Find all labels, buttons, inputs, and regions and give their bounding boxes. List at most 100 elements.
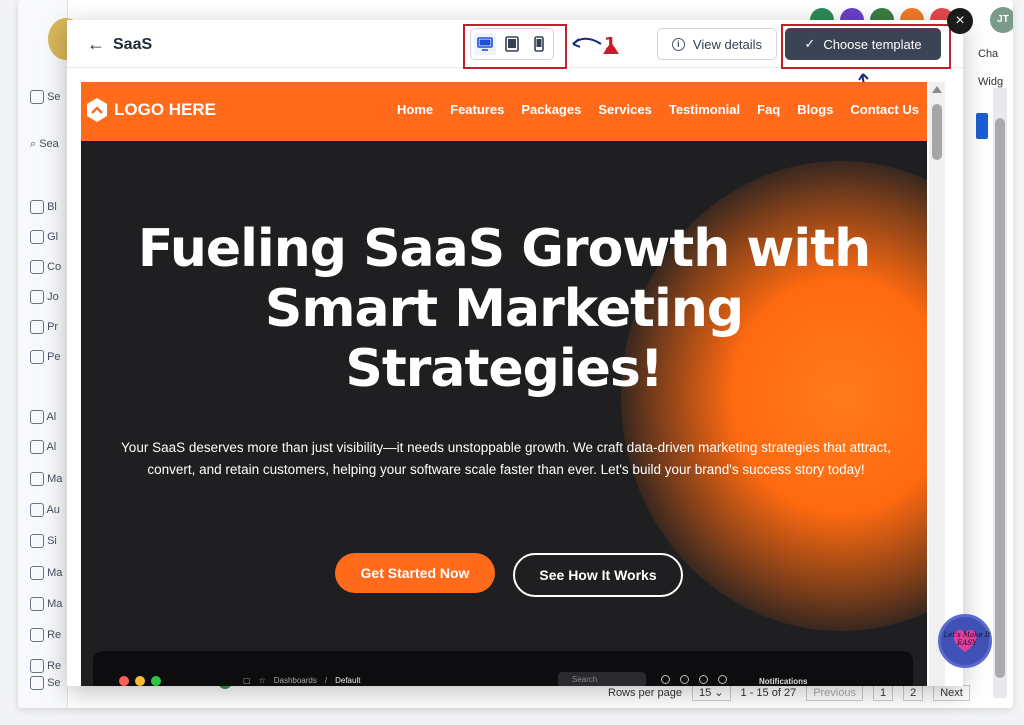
view-details-button[interactable]: i View details: [657, 28, 777, 60]
sidebar-item[interactable]: Gl: [30, 230, 58, 244]
sidebar-item-label: Re: [47, 628, 62, 641]
crumb-default: Default: [335, 676, 361, 685]
template-preview-frame[interactable]: LOGO HERE Home Features Packages Service…: [81, 82, 927, 686]
red-dot: [119, 676, 129, 686]
sidebar-item-label: Bl: [47, 200, 57, 213]
sidebar-item-label: Pe: [47, 350, 61, 363]
sparkle-icon: [30, 440, 44, 454]
sidebar-item-label: Ma: [47, 472, 63, 485]
page-icon: [30, 200, 44, 214]
template-preview-modal: ← SaaS 1 i View details ✓ Choose templat…: [67, 8, 973, 686]
sidebar-item[interactable]: Ma: [30, 472, 62, 486]
lets-make-it-easy-badge[interactable]: Let's Make It EASY: [938, 614, 992, 668]
award-icon: [30, 566, 44, 580]
page-1-button[interactable]: 1: [872, 684, 894, 701]
page-2-button[interactable]: 2: [903, 684, 924, 701]
history-icon: [680, 675, 689, 684]
sidebar-item-label: Jo: [47, 290, 59, 303]
sidebar-item[interactable]: Co: [30, 260, 61, 274]
info-icon: i: [671, 37, 685, 51]
nav-features[interactable]: Features: [450, 102, 504, 117]
nav-contact-us[interactable]: Contact Us: [850, 102, 919, 117]
background-blue-button[interactable]: [976, 113, 988, 139]
view-details-label: View details: [692, 36, 763, 52]
pagination-range: 1 - 15 of 27: [740, 686, 797, 699]
sidebar-item-label: Re: [47, 659, 62, 672]
user-avatar[interactable]: JT: [990, 7, 1013, 33]
sidebar-item[interactable]: Al: [30, 410, 56, 424]
rows-value: 15: [699, 687, 712, 699]
page-icon: [30, 290, 44, 304]
sidebar-search-label: Sea: [39, 138, 59, 150]
sidebar-item-label: Pr: [47, 320, 59, 333]
send-icon: [30, 472, 44, 486]
site-logo[interactable]: LOGO HERE: [85, 97, 216, 123]
sidebar-item[interactable]: Jo: [30, 290, 59, 304]
sidebar-item-label: Au: [46, 503, 60, 516]
nav-testimonial[interactable]: Testimonial: [669, 102, 740, 117]
hero-title: Fueling SaaS Growth with Smart Marketing…: [81, 219, 927, 399]
dashboard-icons: [661, 675, 727, 684]
sidebar-item[interactable]: Al: [30, 440, 56, 454]
sidebar-item[interactable]: Re: [30, 628, 61, 642]
right-label: Cha: [978, 48, 999, 60]
annotation-arrow-1: [572, 37, 619, 54]
rows-per-page-select[interactable]: 15 ⌄: [692, 684, 731, 701]
sidebar-item[interactable]: Pe: [30, 350, 61, 364]
sidebar-item-label: Se: [47, 676, 61, 689]
sidebar-item-label: Ma: [47, 566, 63, 579]
nav-faq[interactable]: Faq: [757, 102, 780, 117]
yellow-dot: [135, 676, 145, 686]
play-icon: [30, 503, 44, 517]
nav-blogs[interactable]: Blogs: [797, 102, 833, 117]
hero-title-line: Smart Marketing: [264, 279, 744, 339]
crumb-separator: /: [324, 676, 328, 685]
star-icon: ☆: [258, 676, 266, 685]
star-icon: [30, 628, 44, 642]
scroll-up-icon[interactable]: [932, 86, 942, 93]
sidebar-item[interactable]: Se: [30, 90, 61, 104]
sidebar-item[interactable]: Ma: [30, 566, 62, 580]
page-icon: [30, 320, 44, 334]
annotation-number-1: 1: [604, 34, 617, 55]
site-navbar: LOGO HERE Home Features Packages Service…: [81, 82, 927, 141]
sidebar-search[interactable]: ⌕ Sea: [30, 138, 59, 152]
background-scrollbar[interactable]: [993, 88, 1007, 698]
nav-home[interactable]: Home: [397, 102, 433, 117]
sun-icon: [661, 675, 670, 684]
see-how-it-works-button[interactable]: See How It Works: [513, 553, 683, 597]
sidebar-item-label: Al: [46, 440, 57, 453]
sidebar-item[interactable]: Au: [30, 503, 60, 517]
annotation-box-2: [781, 24, 951, 69]
site-icon: [30, 534, 44, 548]
preview-scrollbar[interactable]: [929, 82, 945, 686]
hero-section: Fueling SaaS Growth with Smart Marketing…: [81, 141, 927, 686]
get-started-button[interactable]: Get Started Now: [335, 553, 495, 593]
sidebar-item[interactable]: Bl: [30, 200, 57, 214]
hero-title-line: Fueling SaaS Growth with: [137, 219, 871, 279]
annotation-box-1: [463, 24, 567, 69]
site-nav-links: Home Features Packages Services Testimon…: [397, 102, 919, 117]
scrollbar-thumb[interactable]: [932, 104, 942, 160]
sidebar-item[interactable]: Pr: [30, 320, 58, 334]
close-button[interactable]: ×: [947, 8, 973, 34]
sidebar-item[interactable]: Re: [30, 659, 61, 673]
sidebar-item[interactable]: Si: [30, 534, 57, 548]
pagination: Rows per page 15 ⌄ 1 - 15 of 27 Previous…: [608, 684, 970, 701]
previous-button[interactable]: Previous: [806, 684, 863, 701]
back-button[interactable]: ← SaaS: [87, 34, 152, 55]
sidebar-item[interactable]: Ma: [30, 597, 62, 611]
dashboard-notifications: Notifications: [759, 677, 808, 686]
image-icon: [30, 597, 44, 611]
background-sidebar: Se ⌕ Sea Bl Gl Co Jo Pr Pe Al Al Ma Au S…: [18, 0, 68, 708]
page-icon: [30, 230, 44, 244]
nav-packages[interactable]: Packages: [521, 102, 581, 117]
dashboard-search: Search: [558, 672, 646, 686]
scrollbar-thumb[interactable]: [995, 118, 1005, 678]
next-button[interactable]: Next: [933, 684, 970, 701]
page-icon: [30, 260, 44, 274]
page-icon: [30, 410, 44, 424]
chart-icon: [30, 659, 44, 673]
sidebar-item[interactable]: Se: [30, 676, 61, 690]
nav-services[interactable]: Services: [598, 102, 652, 117]
